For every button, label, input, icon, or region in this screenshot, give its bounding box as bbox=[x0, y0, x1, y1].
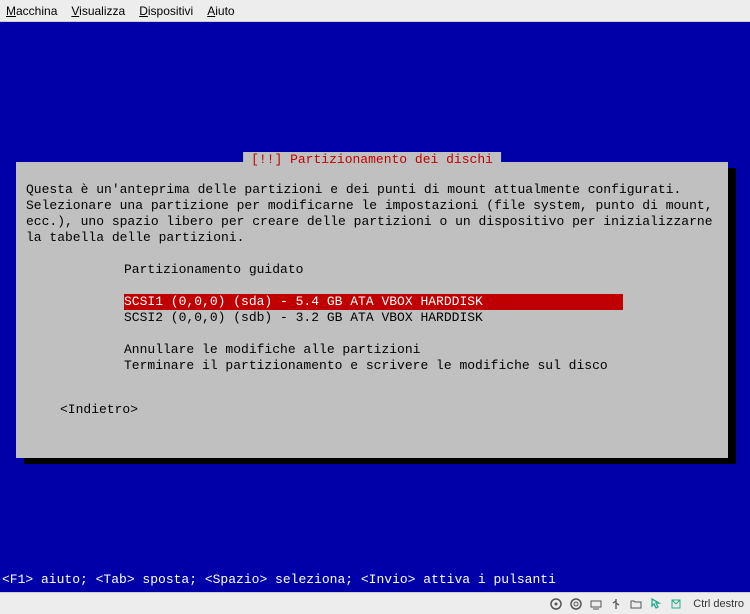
usb-icon bbox=[609, 597, 623, 611]
network-icon bbox=[589, 597, 603, 611]
menu-item-disk-sda[interactable]: SCSI1 (0,0,0) (sda) - 5.4 GB ATA VBOX HA… bbox=[124, 294, 623, 310]
menu-aiuto[interactable]: Aiuto bbox=[207, 4, 234, 18]
back-button[interactable]: <Indietro> bbox=[60, 402, 138, 418]
menu-macchina[interactable]: Macchina bbox=[6, 4, 57, 18]
menubar: Macchina Visualizza Dispositivi Aiuto bbox=[0, 0, 750, 22]
partition-dialog: [!!] Partizionamento dei dischi Questa è… bbox=[16, 162, 728, 458]
optical-icon bbox=[569, 597, 583, 611]
host-key-label: Ctrl destro bbox=[693, 598, 744, 610]
terminal-screen: [!!] Partizionamento dei dischi Questa è… bbox=[0, 22, 750, 592]
disk-icon bbox=[549, 597, 563, 611]
menu-item-undo[interactable]: Annullare le modifiche alle partizioni bbox=[124, 342, 718, 358]
mouse-integration-icon bbox=[649, 597, 663, 611]
host-key-icon bbox=[669, 597, 683, 611]
menu-visualizza[interactable]: Visualizza bbox=[71, 4, 125, 18]
menu-item-disk-sdb[interactable]: SCSI2 (0,0,0) (sdb) - 3.2 GB ATA VBOX HA… bbox=[124, 310, 718, 326]
dialog-menu: Partizionamento guidato SCSI1 (0,0,0) (s… bbox=[124, 262, 718, 374]
menu-item-guided[interactable]: Partizionamento guidato bbox=[124, 262, 718, 278]
menu-dispositivi[interactable]: Dispositivi bbox=[139, 4, 193, 18]
dialog-description: Questa è un'anteprima delle partizioni e… bbox=[26, 182, 718, 246]
vm-statusbar: Ctrl destro bbox=[0, 592, 750, 614]
shared-folder-icon bbox=[629, 597, 643, 611]
fkey-help-line: <F1> aiuto; <Tab> sposta; <Spazio> selez… bbox=[2, 572, 556, 588]
dialog-title: [!!] Partizionamento dei dischi bbox=[243, 152, 501, 168]
menu-item-finish[interactable]: Terminare il partizionamento e scrivere … bbox=[124, 358, 718, 374]
